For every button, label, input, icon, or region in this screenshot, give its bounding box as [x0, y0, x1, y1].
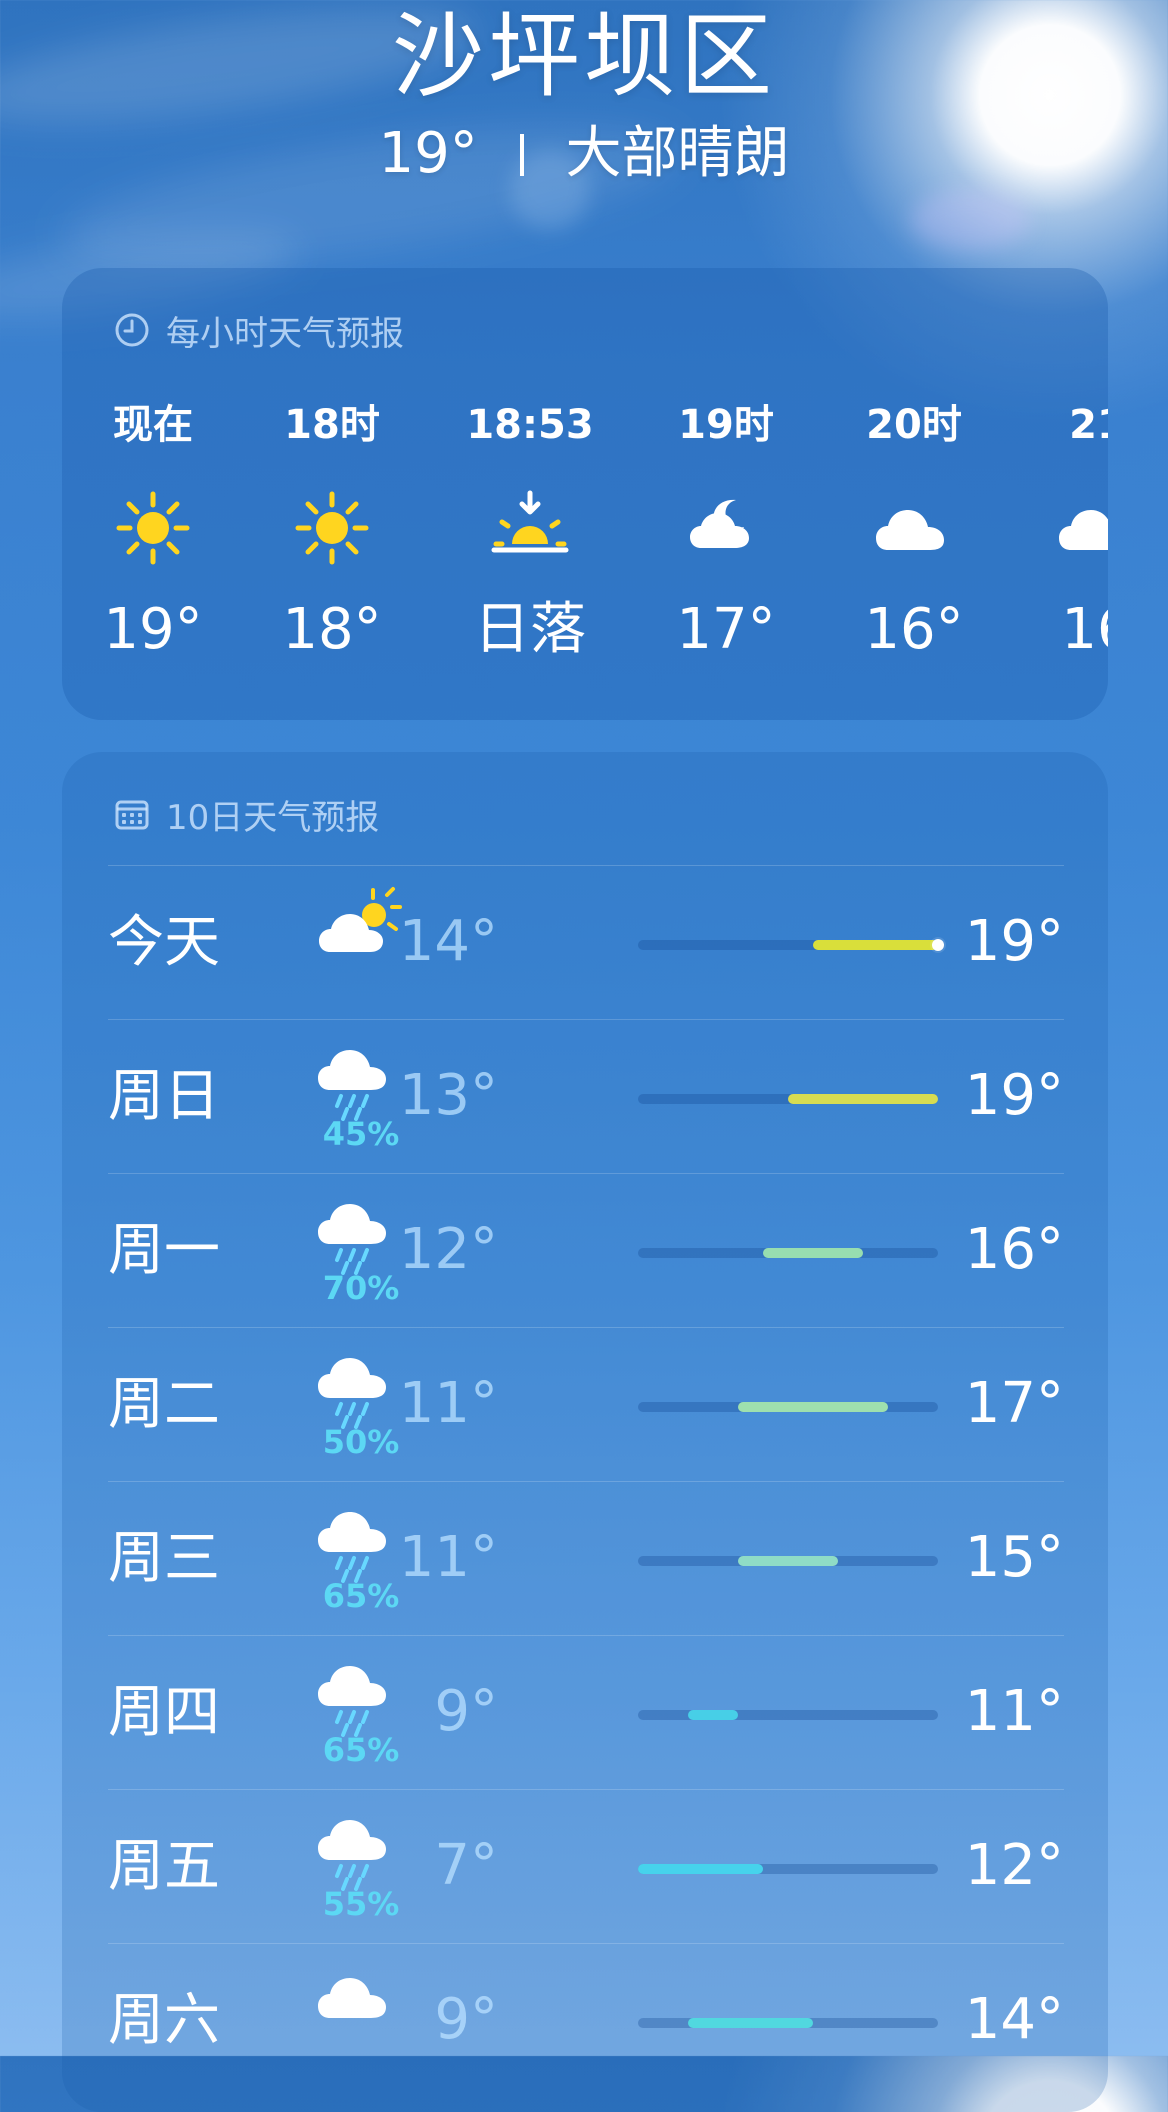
hour-temperature: 17° [676, 597, 776, 662]
day-name: 今天 [108, 910, 220, 975]
day-name: 周一 [108, 1218, 220, 1283]
high-temperature: 11° [964, 1679, 1064, 1744]
current-condition: 大部晴朗 [565, 121, 790, 186]
rain-icon [316, 1806, 406, 1896]
day-forecast-row[interactable]: 周四 65% 9° 11° [108, 1635, 1064, 1790]
high-temperature: 12° [964, 1833, 1064, 1898]
cloud-icon [1057, 488, 1108, 568]
low-temperature: 12° [398, 1217, 498, 1282]
daily-forecast-title: 10日天气预报 [112, 788, 379, 840]
temperature-range-fill [763, 1248, 863, 1258]
hour-temperature: 19° [103, 597, 203, 662]
temperature-range-track [638, 1248, 938, 1258]
current-temperature-dot [932, 939, 944, 951]
day-name: 周日 [108, 1064, 220, 1129]
hour-label: 18:53 [466, 402, 594, 448]
day-name: 周三 [108, 1526, 220, 1591]
hour-temperature: 日落 [474, 597, 586, 662]
sun-icon [292, 488, 372, 568]
current-summary: 19° 大部晴朗 [0, 118, 1168, 190]
temperature-range-track [638, 1864, 938, 1874]
high-temperature: 17° [964, 1371, 1064, 1436]
low-temperature: 11° [398, 1525, 498, 1590]
hour-label: 18时 [284, 402, 380, 448]
hour-item: 现在 19° [78, 268, 228, 720]
hour-temperature: 16° [864, 597, 964, 662]
hour-item: 19时 17° [651, 268, 801, 720]
precipitation-chance: 55% [322, 1885, 400, 1923]
day-forecast-row[interactable]: 周六 9° 14° [108, 1943, 1064, 2098]
hour-item: 20时 16° [839, 268, 989, 720]
hour-temperature: 16 [1061, 597, 1108, 662]
hour-temperature: 18° [282, 597, 382, 662]
precipitation-chance: 65% [322, 1731, 400, 1769]
temperature-range-track [638, 1402, 938, 1412]
low-temperature: 9° [434, 1679, 498, 1744]
partly-cloudy-night-icon [686, 488, 766, 568]
sunset-icon [490, 488, 570, 568]
partly-cloudy-day-icon [316, 882, 406, 972]
temperature-range-track [638, 1094, 938, 1104]
rain-icon [316, 1652, 406, 1742]
day-forecast-row[interactable]: 周五 55% 7° 12° [108, 1789, 1064, 1944]
hour-item: 18:53 日落 [455, 268, 605, 720]
rain-icon [316, 1036, 406, 1126]
high-temperature: 19° [964, 1063, 1064, 1128]
sun-icon [113, 488, 193, 568]
high-temperature: 16° [964, 1217, 1064, 1282]
temperature-range-fill [813, 940, 938, 950]
temperature-range-track [638, 2018, 938, 2028]
hour-item: 18时 18° [257, 268, 407, 720]
hour-label: 20时 [866, 402, 962, 448]
daily-title-text: 10日天气预报 [166, 797, 380, 838]
temperature-range-fill [738, 1556, 838, 1566]
day-name: 周二 [108, 1372, 220, 1437]
hour-item: 21 16 [1022, 268, 1108, 720]
high-temperature: 19° [964, 909, 1064, 974]
day-forecast-row[interactable]: 周一 70% 12° 16° [108, 1173, 1064, 1328]
temperature-range-fill [788, 1094, 938, 1104]
sun-flare-1 [910, 190, 1030, 250]
city-name: 沙坪坝区 [391, 3, 776, 110]
temperature-range-track [638, 1710, 938, 1720]
hour-label: 现在 [113, 402, 193, 448]
day-forecast-row[interactable]: 周二 50% 11° 17° [108, 1327, 1064, 1482]
day-forecast-row[interactable]: 周日 45% 13° 19° [108, 1019, 1064, 1174]
temperature-range-fill [738, 1402, 888, 1412]
low-temperature: 11° [398, 1371, 498, 1436]
ten-day-forecast-card[interactable]: 10日天气预报 今天 14° 19° 周日 45% 13° 19° 周一 70%… [62, 752, 1108, 2112]
temperature-range-fill [688, 2018, 813, 2028]
cloud-icon [316, 1960, 406, 2050]
day-forecast-row[interactable]: 今天 14° 19° [108, 865, 1064, 1020]
low-temperature: 7° [434, 1833, 498, 1898]
low-temperature: 9° [434, 1987, 498, 2052]
low-temperature: 14° [398, 909, 498, 974]
temperature-range-fill [638, 1864, 763, 1874]
rain-icon [316, 1498, 406, 1588]
summary-separator [519, 134, 524, 176]
calendar-icon [112, 794, 152, 834]
current-temperature: 19° [378, 121, 478, 186]
high-temperature: 14° [964, 1987, 1064, 2052]
temperature-range-track [638, 939, 944, 951]
cloud-icon [874, 488, 954, 568]
temperature-range-fill [688, 1710, 738, 1720]
day-name: 周六 [108, 1988, 220, 2053]
rain-icon [316, 1190, 406, 1280]
day-name: 周四 [108, 1680, 220, 1745]
rain-icon [316, 1344, 406, 1434]
day-forecast-row[interactable]: 周三 65% 11° 15° [108, 1481, 1064, 1636]
hour-label: 19时 [678, 402, 774, 448]
hour-label: 21 [1069, 402, 1108, 448]
day-name: 周五 [108, 1834, 220, 1899]
high-temperature: 15° [964, 1525, 1064, 1590]
hourly-forecast-card[interactable]: 每小时天气预报 现在 19° 18时 18° 18:53 日落 19时 17° … [62, 268, 1108, 720]
low-temperature: 13° [398, 1063, 498, 1128]
temperature-range-track [638, 1556, 938, 1566]
